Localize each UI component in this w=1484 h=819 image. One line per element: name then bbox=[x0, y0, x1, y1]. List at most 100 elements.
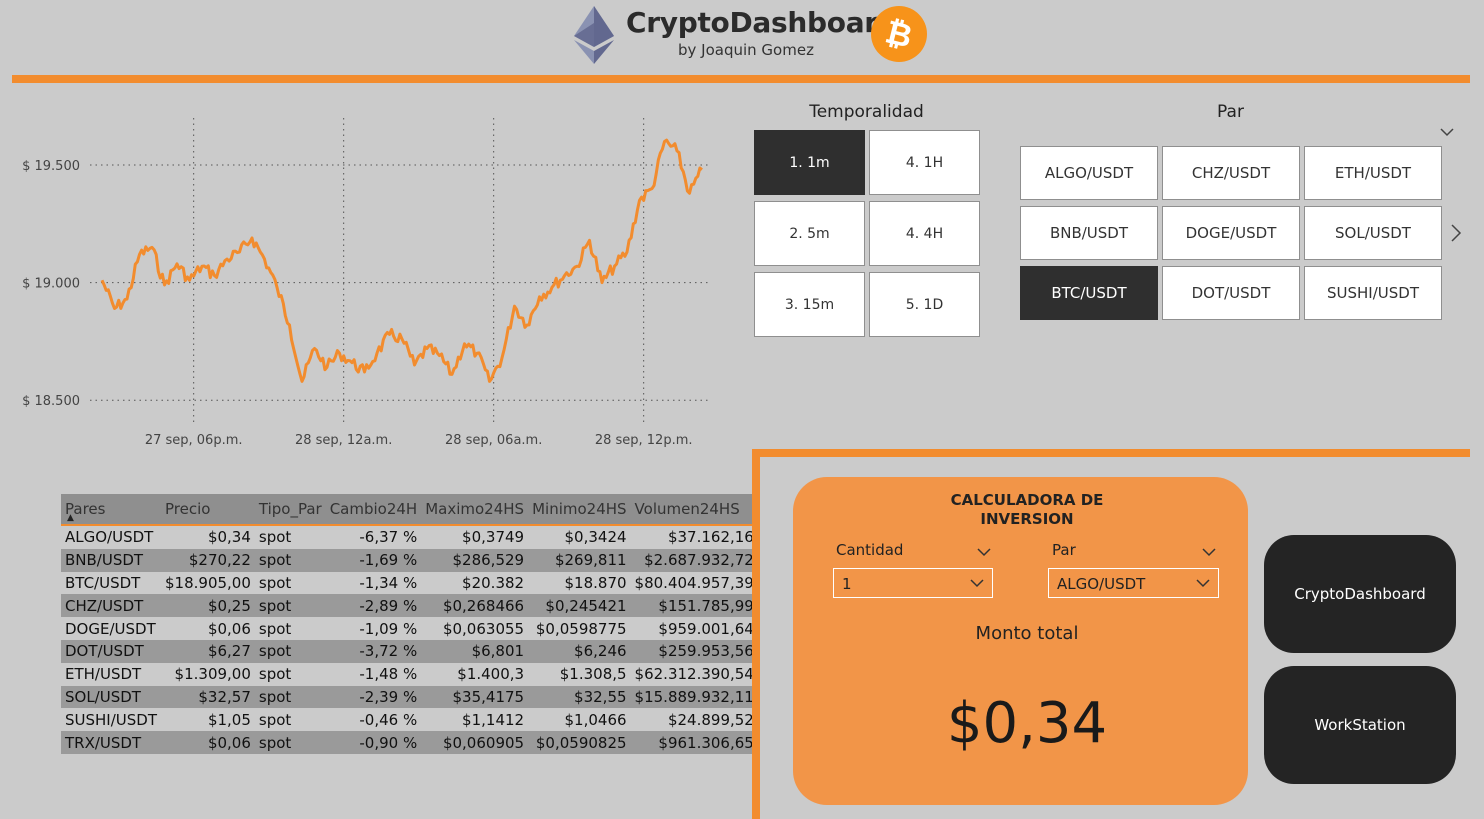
total-value: $0,34 bbox=[946, 691, 1108, 756]
table-cell: spot bbox=[254, 639, 326, 663]
table-cell: $0,268466 bbox=[421, 594, 529, 618]
table-cell: $0,06 bbox=[161, 731, 255, 754]
calculator-frame-top bbox=[752, 449, 1470, 457]
par-option[interactable]: ETH/USDT bbox=[1304, 146, 1442, 200]
table-cell: $0,0598775 bbox=[535, 619, 627, 638]
x-tick-label: 28 sep, 12a.m. bbox=[295, 433, 392, 448]
temporalidad-title: Temporalidad bbox=[809, 102, 924, 122]
column-header[interactable]: Pares ▲ bbox=[61, 494, 161, 526]
column-header[interactable]: Cambio24H bbox=[325, 494, 422, 526]
y-tick-label: $ 18.500 bbox=[22, 394, 80, 409]
column-header[interactable]: Precio bbox=[161, 494, 255, 526]
table-cell: $32,57 bbox=[161, 685, 255, 709]
table-row[interactable]: SUSHI/USDT $1,05 spot -0,46 % $1,1412 $1,0466… bbox=[61, 708, 758, 731]
table-row[interactable]: TRX/USDT $0,06 spot -0,90 % $0,060905 $0,0590… bbox=[61, 731, 758, 754]
column-header[interactable]: Minimo24HS bbox=[528, 494, 631, 526]
table-cell: spot bbox=[258, 528, 292, 547]
par-option[interactable]: BNB/USDT bbox=[1020, 206, 1158, 260]
table-cell: $18.870 bbox=[564, 573, 627, 592]
table-cell: -2,39 % bbox=[325, 685, 422, 709]
table-cell: spot bbox=[254, 594, 326, 618]
table-cell: TRX/USDT bbox=[61, 731, 161, 754]
calculator-frame-left bbox=[752, 449, 760, 819]
table-cell: ALGO/USDT bbox=[65, 528, 154, 547]
table-cell: $0,3749 bbox=[462, 528, 525, 547]
temporalidad-option[interactable]: 5. 1D bbox=[869, 272, 980, 337]
temporalidad-option[interactable]: 4. 1H bbox=[869, 130, 980, 195]
par-option[interactable]: BTC/USDT bbox=[1020, 266, 1158, 320]
table-cell: SUSHI/USDT bbox=[65, 710, 157, 729]
chevron-down-icon bbox=[970, 579, 984, 588]
app-title: CryptoDashboard bbox=[626, 6, 898, 39]
par-option[interactable]: ALGO/USDT bbox=[1020, 146, 1158, 200]
table-row[interactable]: SOL/USDT $32,57 spot -2,39 % $35,4175 $32,55 $… bbox=[61, 685, 758, 709]
table-cell: $0,063055 bbox=[442, 619, 525, 638]
column-header-label: Volumen24HS bbox=[634, 500, 740, 518]
table-header-row: Pares ▲ Precio Tipo_Par Cambio24H Maximo24HS M… bbox=[61, 494, 758, 526]
table-cell: $1.309,00 bbox=[174, 665, 251, 684]
temporalidad-option[interactable]: 4. 4H bbox=[869, 201, 980, 266]
table-row[interactable]: CHZ/USDT $0,25 spot -2,89 % $0,268466 $0,2454… bbox=[61, 594, 758, 618]
par-option[interactable]: SOL/USDT bbox=[1304, 206, 1442, 260]
temporalidad-option[interactable]: 1. 1m bbox=[754, 130, 865, 195]
workstation-button-label: WorkStation bbox=[1314, 716, 1406, 734]
table-row[interactable]: ETH/USDT $1.309,00 spot -1,48 % $1.400,3 $1.3… bbox=[61, 663, 758, 686]
table-row[interactable]: BTC/USDT $18.905,00 spot -1,34 % $20.382 $18.… bbox=[61, 572, 758, 595]
table-row[interactable]: DOGE/USDT $0,06 spot -1,09 % $0,063055 $0,059… bbox=[61, 617, 758, 640]
chevron-down-icon bbox=[1196, 579, 1210, 588]
par-dropdown-value: ALGO/USDT bbox=[1057, 575, 1146, 593]
table-cell: $0,34 bbox=[207, 528, 251, 547]
x-tick-label: 28 sep, 12p.m. bbox=[595, 433, 693, 448]
temporalidad-option[interactable]: 3. 15m bbox=[754, 272, 865, 337]
cryptodashboard-button[interactable]: CryptoDashboard bbox=[1264, 535, 1456, 653]
table-cell: $0,0590825 bbox=[528, 731, 631, 754]
column-header[interactable]: Maximo24HS bbox=[421, 494, 529, 526]
workstation-button[interactable]: WorkStation bbox=[1264, 666, 1456, 784]
table-cell: $1,0466 bbox=[564, 710, 627, 729]
table-cell: ETH/USDT bbox=[65, 665, 142, 684]
header-divider bbox=[12, 75, 1470, 83]
cantidad-header-chevron-icon[interactable] bbox=[977, 544, 991, 562]
table-row[interactable]: BNB/USDT $270,22 spot -1,69 % $286,529 $269,8… bbox=[61, 548, 758, 572]
total-label: Monto total bbox=[975, 623, 1079, 644]
table-cell: $37.162,16 bbox=[667, 528, 754, 547]
par-option[interactable]: SUSHI/USDT bbox=[1304, 266, 1442, 320]
column-header[interactable]: Tipo_Par bbox=[254, 494, 326, 526]
table-cell: spot bbox=[258, 573, 292, 592]
par-option[interactable]: CHZ/USDT bbox=[1162, 146, 1300, 200]
table-cell: BNB/USDT bbox=[61, 548, 161, 572]
table-cell: spot bbox=[258, 619, 292, 638]
table-row[interactable]: DOT/USDT $6,27 spot -3,72 % $6,801 $6,246 $259… bbox=[61, 639, 758, 663]
table-cell: -6,37 % bbox=[359, 528, 418, 547]
table-cell: $6,801 bbox=[421, 639, 529, 663]
table-cell: DOT/USDT bbox=[61, 639, 161, 663]
chevron-down-icon[interactable] bbox=[1440, 124, 1454, 142]
column-header[interactable]: Volumen24HS bbox=[630, 494, 758, 526]
table-cell: $0,06 bbox=[207, 619, 251, 638]
table-cell: $0,060905 bbox=[421, 731, 529, 754]
table-cell: $959.001,64 bbox=[658, 619, 754, 638]
table-cell: $2.687.932,72 bbox=[630, 548, 758, 572]
price-chart: $ 18.500 $ 19.000 $ 19.500 27 sep, 06p.m. 2… bbox=[22, 118, 710, 448]
table-cell: SOL/USDT bbox=[61, 685, 161, 709]
table-cell: -1,09 % bbox=[359, 619, 418, 638]
table-cell: $961.306,65 bbox=[630, 731, 758, 754]
table-cell: -0,90 % bbox=[325, 731, 422, 754]
table-cell: $269,811 bbox=[528, 548, 631, 572]
par-header-chevron-icon[interactable] bbox=[1202, 544, 1216, 562]
par-option[interactable]: DOT/USDT bbox=[1162, 266, 1300, 320]
table-cell: $32,55 bbox=[528, 685, 631, 709]
table-row[interactable]: ALGO/USDT $0,34 spot -6,37 % $0,3749 $0,3424 $… bbox=[61, 525, 758, 549]
par-option[interactable]: DOGE/USDT bbox=[1162, 206, 1300, 260]
column-header-label: Cambio24H bbox=[329, 500, 418, 518]
y-tick-label: $ 19.500 bbox=[22, 159, 80, 174]
par-dropdown[interactable]: ALGO/USDT bbox=[1048, 568, 1219, 598]
table-cell: $62.312.390,54 bbox=[634, 665, 754, 684]
table-cell: $80.404.957,39 bbox=[634, 573, 754, 592]
cantidad-value: 1 bbox=[842, 575, 852, 593]
chevron-right-icon[interactable] bbox=[1450, 224, 1462, 247]
temporalidad-option[interactable]: 2. 5m bbox=[754, 201, 865, 266]
table-cell: CHZ/USDT bbox=[61, 594, 161, 618]
cantidad-dropdown[interactable]: 1 bbox=[833, 568, 993, 598]
table-cell: DOGE/USDT bbox=[65, 619, 156, 638]
